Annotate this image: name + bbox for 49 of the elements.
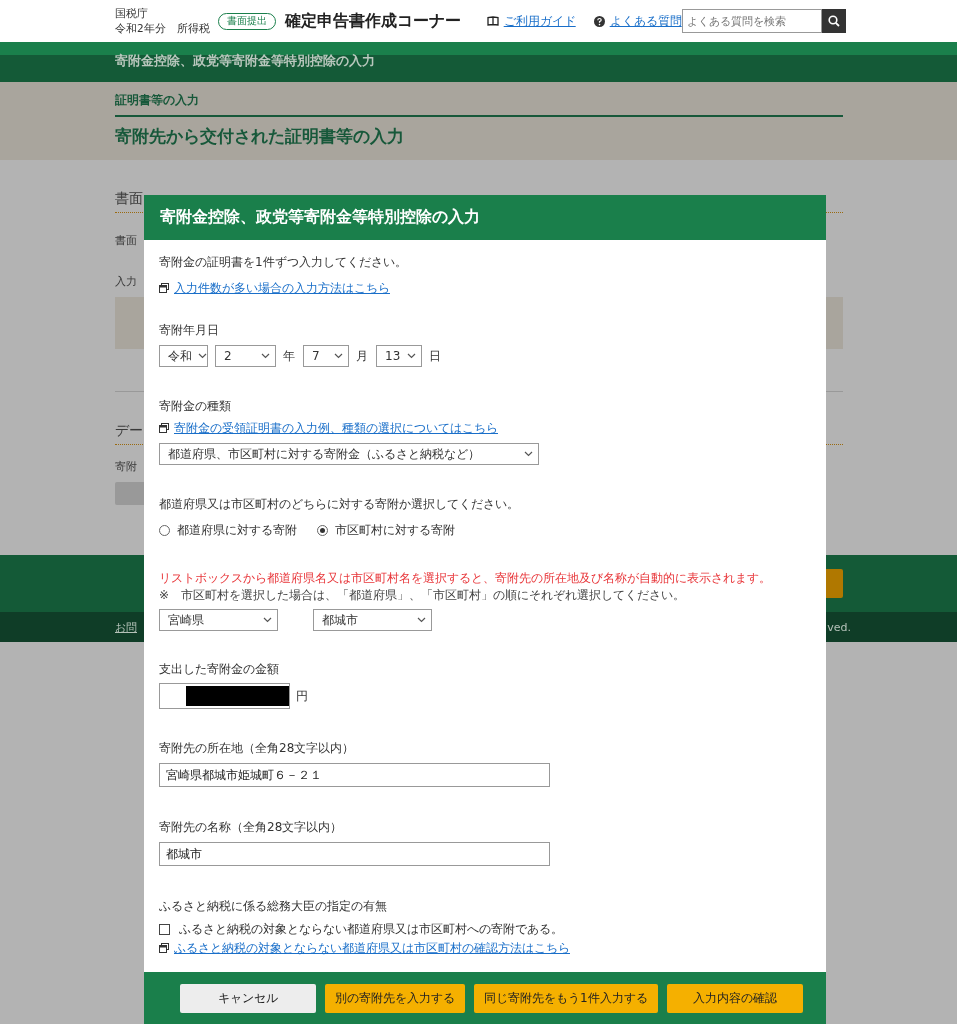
notice-text: リストボックスから都道府県名又は市区町村名を選択すると、寄附先の所在地及び名称が自動的に表示されます。 bbox=[159, 570, 771, 586]
date-unit: 年 bbox=[283, 347, 295, 365]
date-unit: 月 bbox=[356, 347, 368, 365]
tax-year-text: 令和2年分 所得税 bbox=[115, 21, 210, 36]
page-heading: 寄附先から交付された証明書等の入力 bbox=[115, 126, 404, 146]
field-label: 寄附金の種類 bbox=[159, 398, 231, 414]
radio-option[interactable]: 都道府県に対する寄附 bbox=[159, 522, 297, 539]
date-unit: 日 bbox=[429, 347, 441, 365]
municipality-dropdown[interactable]: 都城市 bbox=[313, 609, 432, 631]
field-label: 寄附年月日 bbox=[159, 322, 219, 338]
action-button[interactable]: 別の寄附先を入力する bbox=[325, 983, 465, 1013]
action-button[interactable]: 入力内容の確認 bbox=[666, 983, 803, 1013]
copyright-text: ved. bbox=[827, 620, 851, 634]
help-link[interactable]: 寄附金の受領証明書の入力例、種類の選択についてはこちら bbox=[174, 419, 498, 437]
section-text: 書面 bbox=[115, 234, 137, 247]
field-label: 寄附 bbox=[115, 460, 137, 473]
breadcrumb-step: 証明書等の入力 bbox=[115, 93, 199, 107]
prefecture-dropdown[interactable]: 宮崎県 bbox=[159, 609, 278, 631]
address-field[interactable]: 宮崎県都城市姫城町６－２１ bbox=[159, 763, 550, 787]
donation-type-dropdown[interactable]: 都道府県、市区町村に対する寄附金（ふるさと納税など） bbox=[159, 443, 539, 465]
name-field[interactable]: 都城市 bbox=[159, 842, 550, 866]
search-field[interactable]: よくある質問を検索 bbox=[681, 9, 822, 33]
field-label: 支出した寄附金の金額 bbox=[159, 661, 279, 677]
field-label: ふるさと納税に係る総務大臣の指定の有無 bbox=[159, 898, 387, 914]
date-dropdown[interactable]: 令和 bbox=[159, 345, 208, 367]
currency-unit: 円 bbox=[296, 687, 308, 705]
date-dropdown[interactable]: 13 bbox=[376, 345, 422, 367]
cancel-button[interactable]: キャンセル bbox=[180, 983, 316, 1013]
question-text: 都道府県又は市区町村のどちらに対する寄附か選択してください。 bbox=[159, 496, 519, 512]
field-label: 寄附先の名称（全角28文字以内） bbox=[159, 819, 343, 835]
help-link[interactable]: 入力件数が多い場合の入力方法はこちら bbox=[174, 279, 390, 297]
section-heading: 書面 bbox=[115, 190, 143, 206]
instruction-text: 寄附金の証明書を1件ずつ入力してください。 bbox=[159, 254, 407, 270]
field-label: 寄附先の所在地（全角28文字以内） bbox=[159, 740, 355, 756]
contact-link[interactable]: お問 bbox=[115, 619, 137, 635]
date-dropdown[interactable]: 7 bbox=[303, 345, 349, 367]
note-text: ※ 市区町村を選択した場合は、「都道府県」、「市区町村」の順にそれぞれ選択してください。 bbox=[159, 588, 686, 603]
app-title: 確定申告書作成コーナー bbox=[284, 10, 461, 32]
agency-name: 国税庁 bbox=[115, 6, 149, 21]
dialog-title: 寄附金控除、政党等寄附金等特別控除の入力 bbox=[160, 207, 480, 228]
section-heading: デー bbox=[115, 422, 143, 438]
guide-link[interactable]: ご利用ガイド bbox=[486, 12, 576, 30]
radio-option[interactable]: 市区町村に対する寄附 bbox=[317, 522, 455, 539]
checkbox-label: ふるさと納税の対象とならない都道府県又は市区町村への寄附である。 bbox=[179, 920, 563, 938]
date-dropdown[interactable]: 2 bbox=[215, 345, 276, 367]
field-label: 入力 bbox=[115, 275, 137, 288]
action-button[interactable]: 同じ寄附先をもう1件入力する bbox=[474, 983, 658, 1013]
help-link[interactable]: ふるさと納税の対象とならない都道府県又は市区町村の確認方法はこちら bbox=[174, 939, 570, 957]
section-title: 寄附金控除、政党等寄附金等特別控除の入力 bbox=[115, 53, 375, 68]
